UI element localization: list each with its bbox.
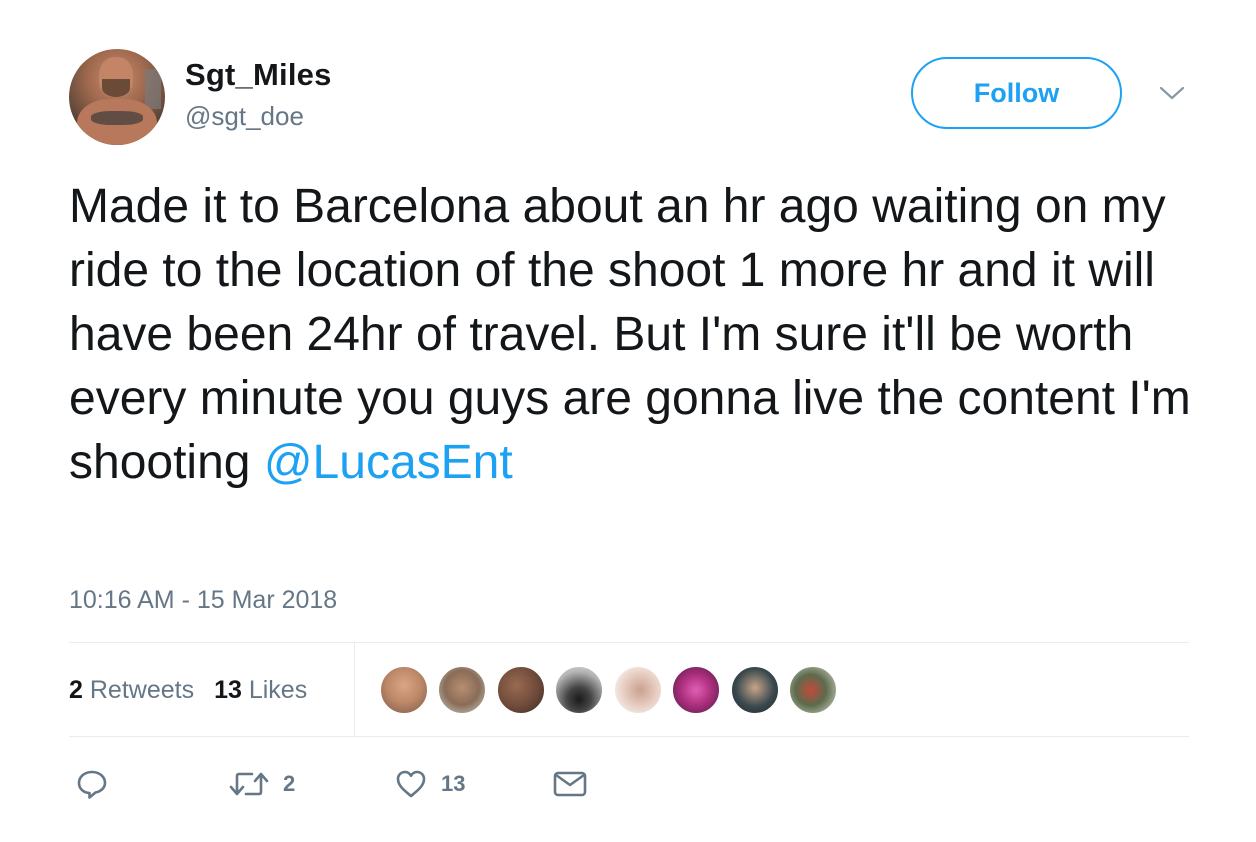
envelope-icon: [553, 771, 587, 797]
tweet-text: Made it to Barcelona about an hr ago wai…: [69, 175, 1199, 495]
follow-button[interactable]: Follow: [911, 57, 1122, 129]
retweet-icon: [229, 772, 269, 796]
chevron-down-icon[interactable]: [1158, 83, 1186, 103]
reply-button[interactable]: [76, 764, 108, 804]
likes-stat[interactable]: 13 Likes: [214, 676, 307, 704]
retweets-stat[interactable]: 2 Retweets: [69, 676, 194, 704]
divider-top: [69, 642, 1189, 643]
tweet-timestamp[interactable]: 10:16 AM - 15 Mar 2018: [69, 586, 337, 615]
stats-vertical-divider: [354, 643, 355, 737]
retweets-label: Retweets: [89, 676, 195, 704]
liker-avatar[interactable]: [731, 666, 779, 714]
divider-bottom: [69, 736, 1189, 737]
tweet-stats: 2 Retweets 13 Likes: [69, 676, 307, 705]
avatar-tattoo: [91, 111, 143, 125]
liker-avatar[interactable]: [380, 666, 428, 714]
mention-link[interactable]: @LucasEnt: [264, 436, 513, 489]
tweet-body: Made it to Barcelona about an hr ago wai…: [69, 180, 1191, 489]
user-avatar[interactable]: [69, 49, 165, 145]
tweet-card: Sgt_Miles @sgt_doe Follow Made it to Bar…: [0, 0, 1256, 842]
like-count: 13: [441, 771, 466, 796]
reply-icon: [77, 770, 107, 799]
avatar-background: [145, 69, 161, 109]
display-name[interactable]: Sgt_Miles: [185, 57, 332, 93]
liker-avatar[interactable]: [789, 666, 837, 714]
liker-avatar[interactable]: [614, 666, 662, 714]
heart-icon: [396, 770, 426, 798]
direct-message-button[interactable]: [553, 764, 587, 804]
likes-count: 13: [214, 676, 242, 704]
retweet-count: 2: [283, 771, 296, 796]
liker-avatar[interactable]: [497, 666, 545, 714]
liker-avatar[interactable]: [555, 666, 603, 714]
like-button[interactable]: 13: [395, 764, 465, 804]
retweets-count: 2: [69, 676, 83, 704]
avatar-beard: [102, 79, 130, 97]
retweet-button[interactable]: 2: [229, 764, 295, 804]
user-handle[interactable]: @sgt_doe: [185, 101, 304, 132]
liker-avatar[interactable]: [672, 666, 720, 714]
tweet-actions: 2 13: [0, 764, 1256, 804]
liker-avatar[interactable]: [438, 666, 486, 714]
likes-label: Likes: [248, 676, 308, 704]
